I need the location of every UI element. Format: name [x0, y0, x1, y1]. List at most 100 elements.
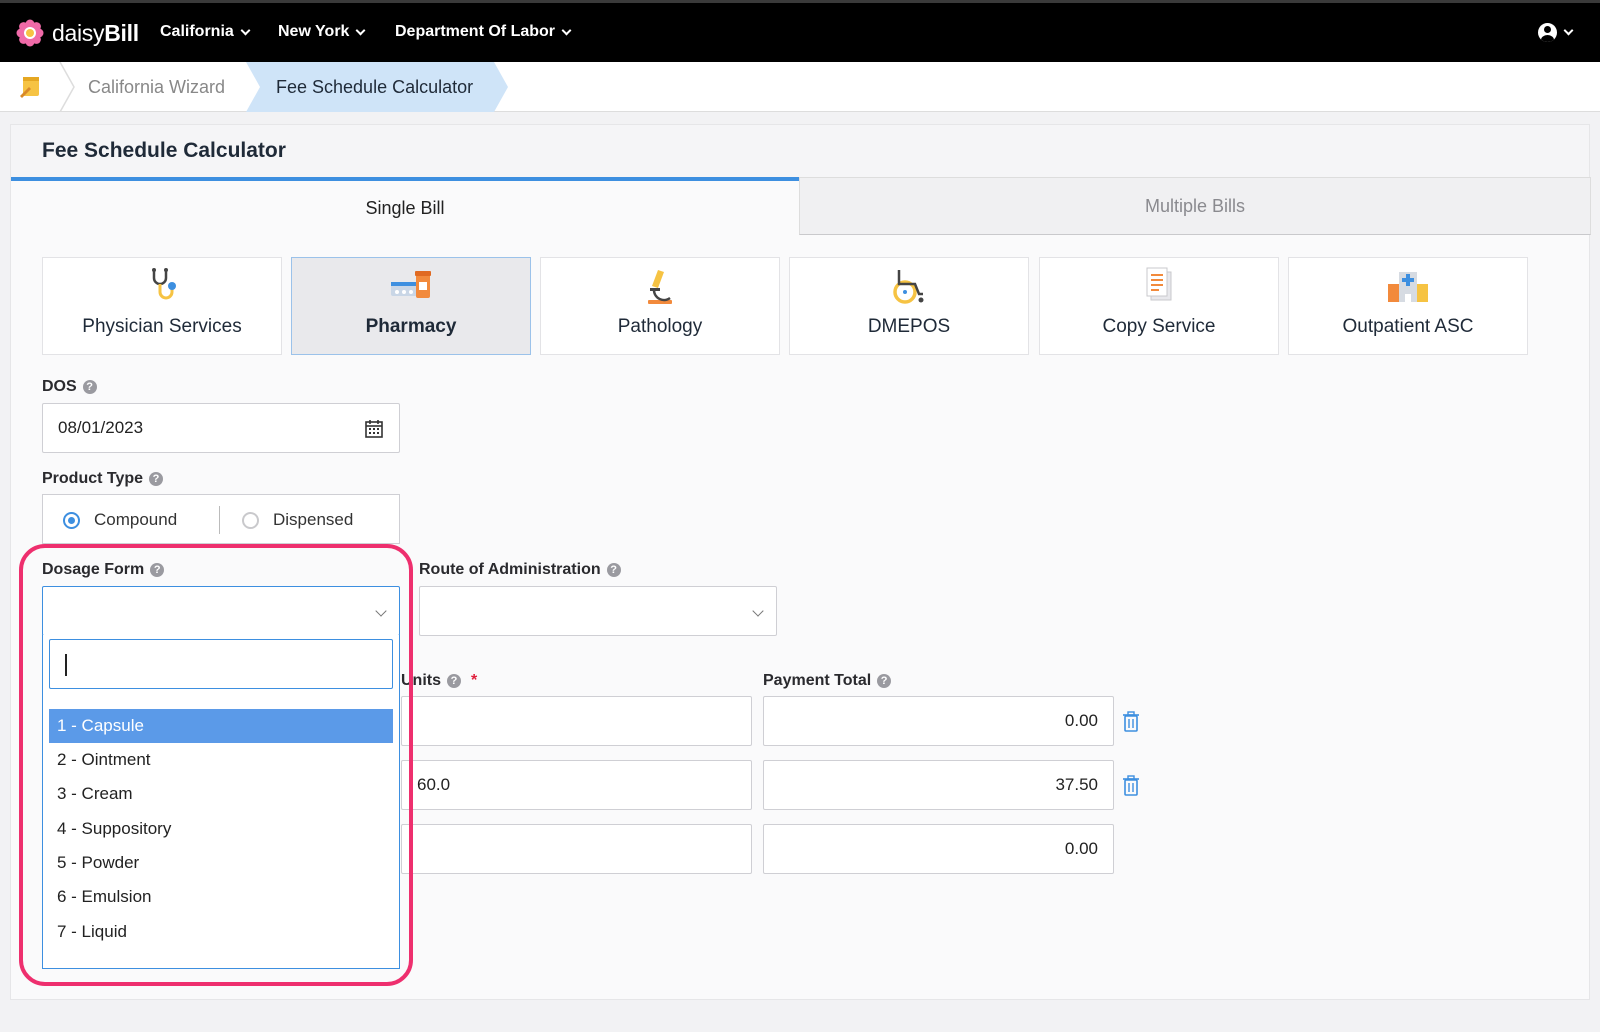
dropdown-search-input[interactable] [49, 639, 393, 689]
dropdown-option-ointment[interactable]: 2 - Ointment [49, 743, 393, 777]
chevron-down-icon [752, 605, 764, 617]
help-icon[interactable]: ? [447, 674, 461, 688]
radio-dispensed[interactable]: Dispensed [242, 495, 353, 545]
stethoscope-icon [152, 268, 176, 300]
page-title: Fee Schedule Calculator [11, 125, 1589, 177]
dropdown-option-liquid[interactable]: 7 - Liquid [49, 915, 393, 949]
chevron-down-icon [375, 605, 387, 617]
option-label: 5 - Powder [57, 853, 140, 872]
user-avatar-icon [1538, 23, 1557, 42]
route-select[interactable] [419, 586, 777, 636]
nav-label: New York [278, 23, 350, 40]
radio-selected-icon [63, 511, 80, 529]
calculator-card: Fee Schedule Calculator Single Bill Mult… [10, 124, 1591, 1000]
breadcrumb-home[interactable] [0, 62, 60, 112]
product-type-radio-group: Compound Dispensed [42, 494, 400, 544]
radio-label: Dispensed [273, 510, 354, 529]
dropdown-option-cream[interactable]: 3 - Cream [49, 777, 393, 811]
dos-field[interactable]: 08/01/2023 [42, 403, 400, 453]
trash-icon[interactable] [1122, 711, 1140, 732]
label-text: Payment Total [763, 672, 872, 689]
pharmacy-icon [391, 271, 431, 298]
payment-value: 37.50 [1055, 775, 1098, 794]
hospital-icon [1388, 272, 1428, 302]
service-copy-service[interactable]: Copy Service [1039, 257, 1279, 355]
trash-icon[interactable] [1122, 775, 1140, 796]
breadcrumb-fee-schedule-calculator[interactable]: Fee Schedule Calculator [246, 62, 508, 112]
tile-label: Pharmacy [365, 316, 457, 337]
help-icon[interactable]: ? [82, 380, 97, 394]
tab-label: Multiple Bills [1144, 195, 1246, 216]
radio-compound[interactable]: Compound [63, 495, 177, 545]
dos-value: 08/01/2023 [58, 418, 144, 437]
units-input[interactable] [401, 696, 752, 746]
chevron-down-icon [1563, 25, 1574, 36]
daisybill-logo[interactable]: daisyBill [16, 19, 139, 47]
tile-label: Pathology [617, 316, 703, 337]
dropdown-option-suppository[interactable]: 4 - Suppository [49, 812, 393, 846]
help-icon[interactable]: ? [150, 563, 165, 577]
nav-new-york[interactable]: New York [278, 23, 366, 41]
nav-california[interactable]: California [160, 23, 251, 41]
radio-label: Compound [94, 510, 178, 529]
dropdown-option-powder[interactable]: 5 - Powder [49, 846, 393, 880]
dropdown-option-emulsion[interactable]: 6 - Emulsion [49, 880, 393, 914]
payment-total-input[interactable]: 37.50 [763, 760, 1114, 810]
breadcrumb: California Wizard Fee Schedule Calculato… [0, 62, 1600, 112]
units-input[interactable] [401, 824, 752, 874]
payment-total-input[interactable]: 0.00 [763, 696, 1114, 746]
dropdown-option-capsule[interactable]: 1 - Capsule [49, 709, 393, 743]
service-pathology[interactable]: Pathology [540, 257, 780, 355]
service-outpatient-asc[interactable]: Outpatient ASC [1288, 257, 1528, 355]
daisy-flower-icon [16, 19, 44, 47]
payment-value: 0.00 [1064, 711, 1098, 730]
product-type-label: Product Type? [42, 470, 164, 488]
chevron-down-icon [561, 25, 572, 35]
payment-value: 0.00 [1064, 839, 1098, 858]
calendar-icon[interactable] [365, 419, 383, 438]
service-pharmacy[interactable]: Pharmacy [291, 257, 531, 355]
top-navbar: daisyBill California New York Department… [0, 0, 1600, 62]
service-dmepos[interactable]: DMEPOS [789, 257, 1029, 355]
option-label: 6 - Emulsion [57, 887, 152, 906]
dosage-form-select[interactable] [42, 586, 400, 636]
dos-label: DOS? [42, 378, 97, 396]
chevron-down-icon [355, 25, 366, 35]
help-icon[interactable]: ? [149, 472, 164, 486]
bill-tabs: Single Bill Multiple Bills [11, 177, 1591, 235]
tile-label: Outpatient ASC [1342, 316, 1474, 337]
radio-unselected-icon [242, 511, 259, 529]
breadcrumb-label: California Wizard [88, 76, 226, 97]
payment-total-input[interactable]: 0.00 [763, 824, 1114, 874]
service-physician-services[interactable]: Physician Services [42, 257, 282, 355]
help-icon[interactable]: ? [877, 674, 892, 688]
document-icon [1146, 267, 1172, 301]
home-notepad-icon [20, 77, 39, 98]
chevron-down-icon [240, 25, 251, 35]
breadcrumb-label: Fee Schedule Calculator [276, 76, 474, 97]
wheelchair-icon [893, 270, 924, 304]
tab-single-bill[interactable]: Single Bill [11, 177, 799, 235]
units-input[interactable]: 60.0 [401, 760, 752, 810]
breadcrumb-california-wizard[interactable]: California Wizard [74, 62, 225, 112]
help-icon[interactable]: ? [606, 563, 621, 577]
required-marker: * [471, 672, 478, 689]
option-label: 1 - Capsule [57, 716, 144, 735]
dosage-form-dropdown: 1 - Capsule 2 - Ointment 3 - Cream 4 - S… [42, 635, 400, 969]
nav-label: California [160, 23, 234, 40]
label-text: DOS [42, 378, 77, 395]
text-caret [65, 654, 67, 676]
tile-label: Copy Service [1102, 316, 1216, 337]
nav-department-of-labor[interactable]: Department Of Labor [395, 23, 572, 41]
tile-label: DMEPOS [867, 316, 951, 337]
radio-divider [219, 506, 220, 534]
route-label: Route of Administration? [419, 561, 621, 579]
tile-label: Physician Services [82, 316, 242, 337]
tab-multiple-bills[interactable]: Multiple Bills [799, 177, 1591, 235]
nav-label: Department Of Labor [395, 23, 556, 40]
label-text: Product Type [42, 470, 144, 487]
user-menu[interactable] [1538, 23, 1574, 42]
option-label: 7 - Liquid [57, 922, 127, 941]
dosage-form-label: Dosage Form? [42, 561, 165, 579]
label-text: Dosage Form [42, 561, 145, 578]
